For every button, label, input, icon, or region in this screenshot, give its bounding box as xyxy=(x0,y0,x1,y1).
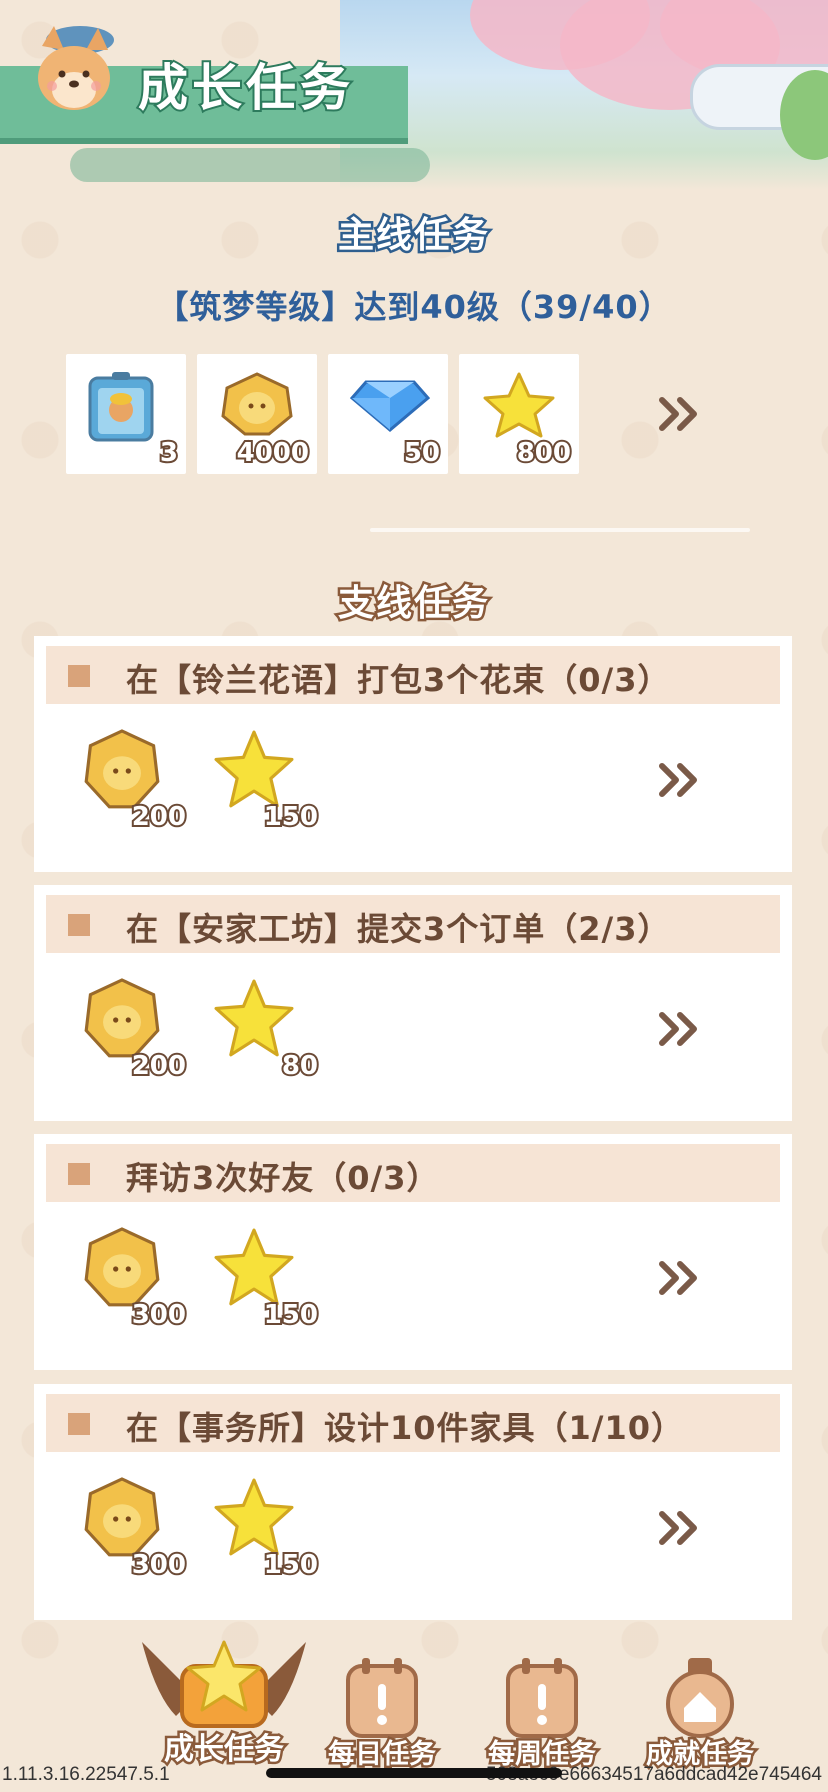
reward-amount: 3 xyxy=(158,436,180,470)
reward-coins: 4000 xyxy=(197,354,317,474)
main-quest-go-button[interactable] xyxy=(658,396,702,432)
reward-coins: 300 xyxy=(82,1476,188,1582)
side-quest-card: 在【铃兰花语】打包3个花束（0/3） 200 150 xyxy=(34,636,792,872)
bullet-square-icon xyxy=(68,1163,90,1185)
home-indicator[interactable] xyxy=(266,1768,562,1778)
side-quest-go-button[interactable] xyxy=(658,1260,702,1296)
side-quest-label: 在【事务所】设计10件家具（1/10） xyxy=(126,1409,685,1447)
calendar-icon xyxy=(506,1658,578,1738)
coin-icon xyxy=(221,372,293,436)
reward-amount: 300 xyxy=(130,1548,188,1582)
reward-diamonds: 50 xyxy=(328,354,448,474)
side-quest-go-button[interactable] xyxy=(658,1510,702,1546)
side-quest-go-button[interactable] xyxy=(658,762,702,798)
star-icon xyxy=(214,979,294,1057)
reward-amount: 150 xyxy=(262,1548,320,1582)
side-quest-header: 在【安家工坊】提交3个订单（2/3） xyxy=(46,895,780,953)
side-quest-card: 拜访3次好友（0/3） 300 150 xyxy=(34,1134,792,1370)
side-quest-label: 拜访3次好友（0/3） xyxy=(126,1159,440,1197)
star-icon xyxy=(214,1478,294,1556)
reward-character-card: 3 xyxy=(66,354,186,474)
reward-amount: 300 xyxy=(130,1298,188,1332)
side-quest-header: 在【铃兰花语】打包3个花束（0/3） xyxy=(46,646,780,704)
reward-amount: 80 xyxy=(280,1049,320,1083)
reward-amount: 150 xyxy=(262,800,320,834)
medal-icon xyxy=(666,1658,734,1738)
side-quest-card: 在【安家工坊】提交3个订单（2/3） 200 80 xyxy=(34,885,792,1121)
side-quest-header: 拜访3次好友（0/3） xyxy=(46,1144,780,1202)
side-quest-go-button[interactable] xyxy=(658,1011,702,1047)
calendar-icon xyxy=(346,1658,418,1738)
side-quest-header: 在【事务所】设计10件家具（1/10） xyxy=(46,1394,780,1452)
bullet-square-icon xyxy=(68,1413,90,1435)
main-quest-title: 主线任务 xyxy=(335,213,490,259)
tab-growth-tasks[interactable]: 成长任务 xyxy=(136,1636,312,1770)
reward-stars: 150 xyxy=(214,1476,320,1582)
dog-mascot-icon xyxy=(38,26,114,110)
bullet-square-icon xyxy=(68,914,90,936)
star-icon xyxy=(214,730,294,808)
tab-weekly-tasks[interactable]: 每周任务 xyxy=(476,1656,608,1773)
reward-stars: 80 xyxy=(214,977,320,1083)
side-quest-card: 在【事务所】设计10件家具（1/10） 300 150 xyxy=(34,1384,792,1620)
star-icon xyxy=(214,1228,294,1306)
side-quest-label: 在【铃兰花语】打包3个花束（0/3） xyxy=(126,661,671,699)
reward-amount: 200 xyxy=(130,800,188,834)
star-icon xyxy=(483,372,555,438)
reward-amount: 4000 xyxy=(235,436,311,470)
side-quest-title: 支线任务 xyxy=(335,581,490,627)
reward-amount: 200 xyxy=(130,1049,188,1083)
bullet-square-icon xyxy=(68,665,90,687)
grass-decoration xyxy=(70,148,430,182)
main-quest-description: 【筑梦等级】达到40级（39/40） xyxy=(156,288,672,326)
tab-label: 成长任务 xyxy=(162,1730,287,1770)
tab-achievement-tasks[interactable]: 成就任务 xyxy=(634,1656,766,1773)
reward-coins: 200 xyxy=(82,977,188,1083)
version-text: 1.11.3.16.22547.5.1 xyxy=(2,1764,170,1785)
reward-stars: 150 xyxy=(214,728,320,834)
reward-stars: 150 xyxy=(214,1226,320,1332)
tab-label: 每日任务 xyxy=(326,1737,439,1773)
side-quest-label: 在【安家工坊】提交3个订单（2/3） xyxy=(126,910,671,948)
reward-amount: 50 xyxy=(402,436,442,470)
section-divider xyxy=(370,528,750,532)
character-card-icon xyxy=(88,372,154,442)
star-badge-icon xyxy=(142,1640,306,1728)
diamond-icon xyxy=(350,380,430,432)
reward-coins: 300 xyxy=(82,1226,188,1332)
reward-stars: 800 xyxy=(459,354,579,474)
reward-coins: 200 xyxy=(82,728,188,834)
page-title: 成长任务 xyxy=(136,57,354,119)
tab-daily-tasks[interactable]: 每日任务 xyxy=(316,1656,448,1773)
reward-amount: 800 xyxy=(515,436,573,470)
header: 成长任务 xyxy=(0,0,828,190)
reward-amount: 150 xyxy=(262,1298,320,1332)
